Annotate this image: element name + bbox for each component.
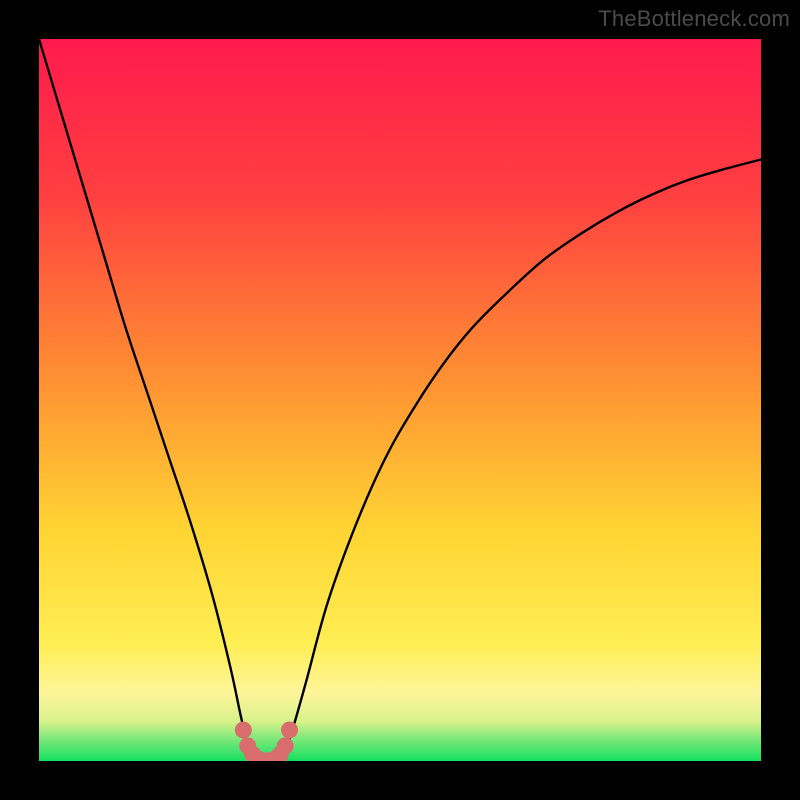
highlight-dot bbox=[277, 737, 294, 754]
plot-area bbox=[39, 39, 761, 761]
chart-frame: TheBottleneck.com bbox=[0, 0, 800, 800]
watermark-text: TheBottleneck.com bbox=[598, 6, 790, 32]
bottleneck-chart-svg bbox=[39, 39, 761, 761]
highlight-dot bbox=[281, 721, 298, 738]
highlight-dot bbox=[235, 721, 252, 738]
gradient-background bbox=[39, 39, 761, 761]
